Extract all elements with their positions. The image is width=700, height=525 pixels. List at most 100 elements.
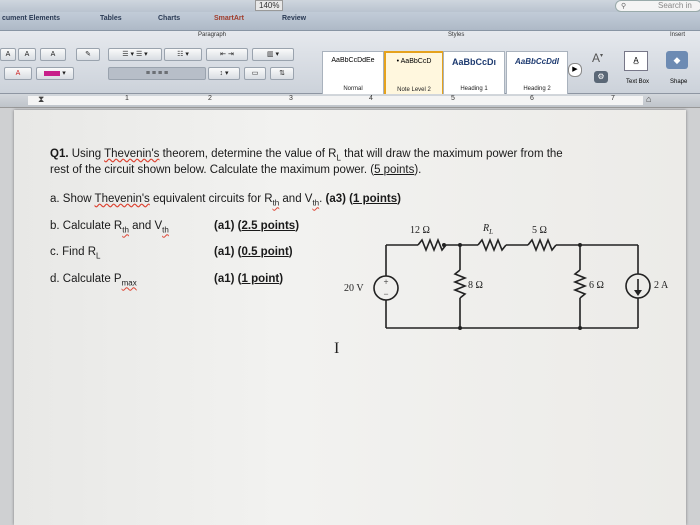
tab-smartart[interactable]: SmartArt <box>214 15 244 22</box>
text-span: ) <box>279 273 284 285</box>
change-case-label: A <box>50 51 56 58</box>
part-d-points: (a1) (1 point) <box>214 273 283 285</box>
style-note-level-2[interactable]: • AaBbCcD Note Level 2 <box>384 51 444 97</box>
node-dot <box>442 243 446 247</box>
text-span: ). <box>414 164 422 176</box>
text-span: d. Calculate P <box>50 273 122 285</box>
resistor-8-ohm <box>452 269 468 299</box>
label-2-a: 2 A <box>654 280 669 291</box>
points-text: 1 points <box>353 193 398 205</box>
indent-buttons-icon[interactable]: ⇤ ⇥ <box>206 48 248 61</box>
text-span: c. Find R <box>50 246 97 258</box>
minus-sign: − <box>383 289 388 299</box>
text-span: equivalent circuits for R <box>149 193 273 205</box>
tab-tables[interactable]: Tables <box>100 15 122 22</box>
right-indent-marker-icon[interactable]: ⌂ <box>646 94 651 104</box>
grow-font-button[interactable]: A <box>0 48 16 61</box>
part-tag: (a1) <box>214 273 235 285</box>
clear-format-icon[interactable]: ✎ <box>76 48 100 61</box>
shape-icon[interactable]: ◆ <box>666 51 688 69</box>
ruler-mark: 5 <box>451 95 455 102</box>
ribbon: Paragraph Styles Insert A A A ✎ ☰ ▾ ☰ ▾ … <box>0 31 700 97</box>
style-heading-1[interactable]: AaBbCcDı Heading 1 <box>443 51 505 95</box>
shape-label[interactable]: Shape <box>670 79 687 85</box>
rl-subscript: L <box>489 228 494 236</box>
ribbon-tab-bar: cument Elements Tables Charts SmartArt R… <box>0 12 700 31</box>
horizontal-ruler[interactable]: ⧗ 1 2 3 4 5 6 7 ⌂ <box>0 94 700 108</box>
style-heading2-preview: AaBbCcDdI <box>514 57 559 66</box>
search-input[interactable]: ⚲ Search in <box>615 0 700 12</box>
style-normal-name: Normal <box>343 86 363 92</box>
text-span: Thevenin's <box>94 193 150 205</box>
style-heading2-name: Heading 2 <box>523 86 551 92</box>
label-6-ohm: 6 Ω <box>589 280 604 291</box>
subscript: max <box>121 278 137 288</box>
part-d: d. Calculate Pmax <box>50 273 137 287</box>
indent-marker-icon[interactable]: ⧗ <box>38 94 44 105</box>
resistor-6-ohm <box>572 269 588 299</box>
text-span: rest of the circuit shown below. Calcula… <box>50 164 375 176</box>
sort-icon[interactable]: ⇅ <box>270 67 294 80</box>
shrink-font-label: A <box>24 51 30 58</box>
text-span: theorem, determine the value of R <box>159 148 337 160</box>
tab-charts[interactable]: Charts <box>158 15 180 22</box>
group-insert-label: Insert <box>670 32 686 38</box>
resistor-5-ohm <box>527 237 557 253</box>
part-b-points: (a1) (2.5 points) <box>214 220 299 232</box>
search-icon: ⚲ <box>621 3 627 10</box>
text-cursor-icon: I <box>334 340 340 357</box>
font-color-button[interactable]: A <box>4 67 32 80</box>
text-span: and V <box>279 193 313 205</box>
group-styles-label: Styles <box>448 32 465 38</box>
node-dot <box>458 326 462 330</box>
part-tag: (a1) <box>214 220 235 232</box>
label-8-ohm: 8 Ω <box>468 280 483 291</box>
ruler-mark: 2 <box>208 95 212 102</box>
change-case-button[interactable]: A <box>40 48 66 61</box>
subscript: L <box>96 251 101 261</box>
text-span: that will draw the maximum power from th… <box>340 148 563 160</box>
ruler-track <box>28 96 643 105</box>
text-span: Thevenin's <box>104 148 160 160</box>
styles-pane-icon[interactable]: A▾ <box>592 51 603 65</box>
bullets-list-icon[interactable]: ☰ ▾ ☰ ▾ <box>108 48 162 61</box>
label-20-v: 20 V <box>344 283 364 294</box>
ruler-mark: 3 <box>289 95 293 102</box>
part-tag: (a3) ( <box>325 193 353 205</box>
resistor-rl <box>477 237 507 253</box>
points-text: 2.5 points <box>241 220 296 232</box>
zoom-level[interactable]: 140% <box>255 0 284 11</box>
multilevel-list-icon[interactable]: ☷ ▾ <box>164 48 202 61</box>
search-placeholder: Search in <box>658 1 692 10</box>
style-note-name: Note Level 2 <box>397 87 431 93</box>
group-paragraph-label: Paragraph <box>198 32 227 38</box>
part-tag: (a1) <box>214 246 235 258</box>
style-heading-2[interactable]: AaBbCcDdI Heading 2 <box>506 51 568 95</box>
part-c: c. Find RL <box>50 246 100 260</box>
line-spacing-icon[interactable]: ↕ ▾ <box>208 67 240 80</box>
question-line-1: Q1. Using Thevenin's theorem, determine … <box>50 148 563 162</box>
tab-document-elements[interactable]: cument Elements <box>2 15 60 22</box>
label-12-ohm: 12 Ω <box>410 225 430 236</box>
circuit-diagram: + − <box>373 237 651 330</box>
highlight-button-icon[interactable]: ▾ <box>36 67 74 80</box>
points-text: 5 points <box>374 164 415 176</box>
title-strip <box>0 0 700 12</box>
node-dot <box>578 326 582 330</box>
grow-font-label: A <box>5 51 11 58</box>
shrink-font-button[interactable]: A <box>18 48 36 61</box>
resistor-12-ohm <box>417 237 447 253</box>
text-box-icon[interactable]: A̲ <box>624 51 648 71</box>
shading-icon[interactable]: ▭ <box>244 67 266 80</box>
text-span: ) <box>288 246 293 258</box>
styles-next-icon[interactable]: ▶ <box>568 63 582 77</box>
alignment-buttons-icon[interactable]: ≡ ≡ ≡ ≡ <box>108 67 206 80</box>
columns-button-icon[interactable]: ▥ ▾ <box>252 48 294 61</box>
part-c-points: (a1) (0.5 point) <box>214 246 293 258</box>
text-span: and V <box>128 220 163 232</box>
styles-settings-icon[interactable]: ⚙ <box>594 71 608 83</box>
subscript: th <box>162 225 169 235</box>
style-normal[interactable]: AaBbCcDdEe Normal <box>322 51 384 95</box>
tab-review[interactable]: Review <box>282 15 306 22</box>
text-box-label[interactable]: Text Box <box>626 79 649 85</box>
